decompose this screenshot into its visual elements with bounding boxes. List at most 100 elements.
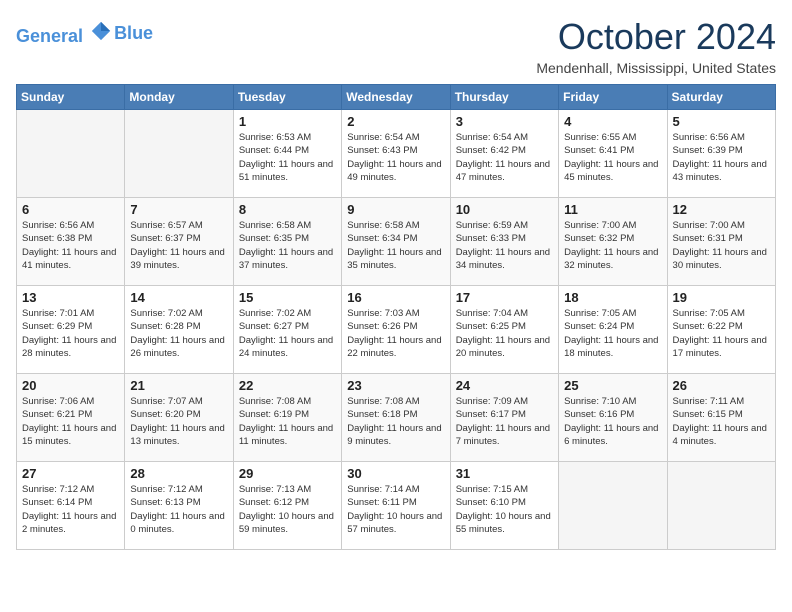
header-monday: Monday bbox=[125, 85, 233, 110]
calendar-cell bbox=[17, 110, 125, 198]
calendar-cell: 7 Sunrise: 6:57 AMSunset: 6:37 PMDaylight… bbox=[125, 198, 233, 286]
day-info: Sunrise: 7:12 AMSunset: 6:14 PMDaylight:… bbox=[22, 483, 119, 536]
day-number: 28 bbox=[130, 466, 227, 481]
calendar-cell: 20Sunrise: 7:06 AMSunset: 6:21 PMDayligh… bbox=[17, 374, 125, 462]
calendar-cell: 9 Sunrise: 6:58 AMSunset: 6:34 PMDaylight… bbox=[342, 198, 450, 286]
day-number: 20 bbox=[22, 378, 119, 393]
day-info: Sunrise: 7:15 AMSunset: 6:10 PMDaylight:… bbox=[456, 483, 553, 536]
day-info: Sunrise: 7:12 AMSunset: 6:13 PMDaylight:… bbox=[130, 483, 227, 536]
calendar-cell: 18Sunrise: 7:05 AMSunset: 6:24 PMDayligh… bbox=[559, 286, 667, 374]
calendar-cell: 16 Sunrise: 7:03 AMSunset: 6:26 PMDayligh… bbox=[342, 286, 450, 374]
day-info: Sunrise: 7:11 AMSunset: 6:15 PMDaylight:… bbox=[673, 395, 770, 448]
day-number: 14 bbox=[130, 290, 227, 305]
day-info: Sunrise: 6:58 AMSunset: 6:34 PMDaylight:… bbox=[347, 219, 444, 272]
day-info: Sunrise: 6:56 AMSunset: 6:38 PMDaylight:… bbox=[22, 219, 119, 272]
page-header: General Blue October 2024 Mendenhall, Mi… bbox=[16, 16, 776, 76]
day-number: 18 bbox=[564, 290, 661, 305]
day-info: Sunrise: 6:59 AMSunset: 6:33 PMDaylight:… bbox=[456, 219, 553, 272]
header-tuesday: Tuesday bbox=[233, 85, 341, 110]
title-area: October 2024 Mendenhall, Mississippi, Un… bbox=[536, 16, 776, 76]
day-info: Sunrise: 7:00 AMSunset: 6:31 PMDaylight:… bbox=[673, 219, 770, 272]
day-number: 27 bbox=[22, 466, 119, 481]
logo-icon bbox=[90, 20, 112, 42]
header-saturday: Saturday bbox=[667, 85, 775, 110]
calendar-cell: 2Sunrise: 6:54 AMSunset: 6:43 PMDaylight… bbox=[342, 110, 450, 198]
calendar-cell: 29Sunrise: 7:13 AMSunset: 6:12 PMDayligh… bbox=[233, 462, 341, 550]
week-row-5: 27 Sunrise: 7:12 AMSunset: 6:14 PMDayligh… bbox=[17, 462, 776, 550]
calendar-cell: 30Sunrise: 7:14 AMSunset: 6:11 PMDayligh… bbox=[342, 462, 450, 550]
day-number: 16 bbox=[347, 290, 444, 305]
calendar-cell: 10 Sunrise: 6:59 AMSunset: 6:33 PMDayligh… bbox=[450, 198, 558, 286]
day-info: Sunrise: 7:07 AMSunset: 6:20 PMDaylight:… bbox=[130, 395, 227, 448]
day-info: Sunrise: 7:05 AMSunset: 6:22 PMDaylight:… bbox=[673, 307, 770, 360]
day-number: 1 bbox=[239, 114, 336, 129]
day-info: Sunrise: 7:08 AMSunset: 6:19 PMDaylight:… bbox=[239, 395, 336, 448]
calendar-cell: 22Sunrise: 7:08 AMSunset: 6:19 PMDayligh… bbox=[233, 374, 341, 462]
day-number: 30 bbox=[347, 466, 444, 481]
calendar-cell: 3Sunrise: 6:54 AMSunset: 6:42 PMDaylight… bbox=[450, 110, 558, 198]
day-number: 11 bbox=[564, 202, 661, 217]
calendar-cell: 4Sunrise: 6:55 AMSunset: 6:41 PMDaylight… bbox=[559, 110, 667, 198]
calendar-cell bbox=[559, 462, 667, 550]
calendar-cell: 26Sunrise: 7:11 AMSunset: 6:15 PMDayligh… bbox=[667, 374, 775, 462]
day-number: 9 bbox=[347, 202, 444, 217]
calendar-cell: 23 Sunrise: 7:08 AMSunset: 6:18 PMDayligh… bbox=[342, 374, 450, 462]
header-friday: Friday bbox=[559, 85, 667, 110]
day-info: Sunrise: 7:02 AMSunset: 6:27 PMDaylight:… bbox=[239, 307, 336, 360]
day-number: 23 bbox=[347, 378, 444, 393]
header-sunday: Sunday bbox=[17, 85, 125, 110]
month-title: October 2024 bbox=[536, 16, 776, 58]
day-number: 24 bbox=[456, 378, 553, 393]
logo: General Blue bbox=[16, 20, 153, 47]
header-wednesday: Wednesday bbox=[342, 85, 450, 110]
week-row-4: 20Sunrise: 7:06 AMSunset: 6:21 PMDayligh… bbox=[17, 374, 776, 462]
day-number: 6 bbox=[22, 202, 119, 217]
calendar-cell: 6 Sunrise: 6:56 AMSunset: 6:38 PMDaylight… bbox=[17, 198, 125, 286]
day-number: 25 bbox=[564, 378, 661, 393]
day-info: Sunrise: 7:10 AMSunset: 6:16 PMDaylight:… bbox=[564, 395, 661, 448]
logo-text: General bbox=[16, 20, 112, 47]
week-row-3: 13 Sunrise: 7:01 AMSunset: 6:29 PMDayligh… bbox=[17, 286, 776, 374]
calendar-cell: 31 Sunrise: 7:15 AMSunset: 6:10 PMDayligh… bbox=[450, 462, 558, 550]
day-number: 5 bbox=[673, 114, 770, 129]
day-number: 31 bbox=[456, 466, 553, 481]
calendar-cell: 11 Sunrise: 7:00 AMSunset: 6:32 PMDayligh… bbox=[559, 198, 667, 286]
calendar-cell: 15 Sunrise: 7:02 AMSunset: 6:27 PMDayligh… bbox=[233, 286, 341, 374]
day-info: Sunrise: 7:08 AMSunset: 6:18 PMDaylight:… bbox=[347, 395, 444, 448]
day-number: 4 bbox=[564, 114, 661, 129]
day-number: 8 bbox=[239, 202, 336, 217]
day-number: 13 bbox=[22, 290, 119, 305]
day-number: 10 bbox=[456, 202, 553, 217]
day-number: 15 bbox=[239, 290, 336, 305]
calendar-cell: 1 Sunrise: 6:53 AMSunset: 6:44 PMDaylight… bbox=[233, 110, 341, 198]
day-info: Sunrise: 7:09 AMSunset: 6:17 PMDaylight:… bbox=[456, 395, 553, 448]
day-info: Sunrise: 6:57 AMSunset: 6:37 PMDaylight:… bbox=[130, 219, 227, 272]
day-info: Sunrise: 7:02 AMSunset: 6:28 PMDaylight:… bbox=[130, 307, 227, 360]
day-info: Sunrise: 6:58 AMSunset: 6:35 PMDaylight:… bbox=[239, 219, 336, 272]
calendar-cell bbox=[667, 462, 775, 550]
logo-line2: Blue bbox=[114, 24, 153, 44]
calendar-cell: 12 Sunrise: 7:00 AMSunset: 6:31 PMDayligh… bbox=[667, 198, 775, 286]
day-info: Sunrise: 7:03 AMSunset: 6:26 PMDaylight:… bbox=[347, 307, 444, 360]
calendar-cell: 8 Sunrise: 6:58 AMSunset: 6:35 PMDaylight… bbox=[233, 198, 341, 286]
day-number: 21 bbox=[130, 378, 227, 393]
calendar-cell: 5Sunrise: 6:56 AMSunset: 6:39 PMDaylight… bbox=[667, 110, 775, 198]
day-number: 7 bbox=[130, 202, 227, 217]
header-thursday: Thursday bbox=[450, 85, 558, 110]
calendar-cell: 24 Sunrise: 7:09 AMSunset: 6:17 PMDayligh… bbox=[450, 374, 558, 462]
day-info: Sunrise: 7:00 AMSunset: 6:32 PMDaylight:… bbox=[564, 219, 661, 272]
day-info: Sunrise: 7:01 AMSunset: 6:29 PMDaylight:… bbox=[22, 307, 119, 360]
calendar-cell: 17Sunrise: 7:04 AMSunset: 6:25 PMDayligh… bbox=[450, 286, 558, 374]
calendar-cell: 13 Sunrise: 7:01 AMSunset: 6:29 PMDayligh… bbox=[17, 286, 125, 374]
week-row-1: 1 Sunrise: 6:53 AMSunset: 6:44 PMDaylight… bbox=[17, 110, 776, 198]
location: Mendenhall, Mississippi, United States bbox=[536, 60, 776, 76]
calendar-cell: 14 Sunrise: 7:02 AMSunset: 6:28 PMDayligh… bbox=[125, 286, 233, 374]
day-number: 3 bbox=[456, 114, 553, 129]
logo-line1: General bbox=[16, 26, 83, 46]
day-number: 12 bbox=[673, 202, 770, 217]
week-row-2: 6 Sunrise: 6:56 AMSunset: 6:38 PMDaylight… bbox=[17, 198, 776, 286]
calendar-cell: 19 Sunrise: 7:05 AMSunset: 6:22 PMDayligh… bbox=[667, 286, 775, 374]
day-info: Sunrise: 6:53 AMSunset: 6:44 PMDaylight:… bbox=[239, 131, 336, 184]
day-info: Sunrise: 7:13 AMSunset: 6:12 PMDaylight:… bbox=[239, 483, 336, 536]
day-number: 19 bbox=[673, 290, 770, 305]
